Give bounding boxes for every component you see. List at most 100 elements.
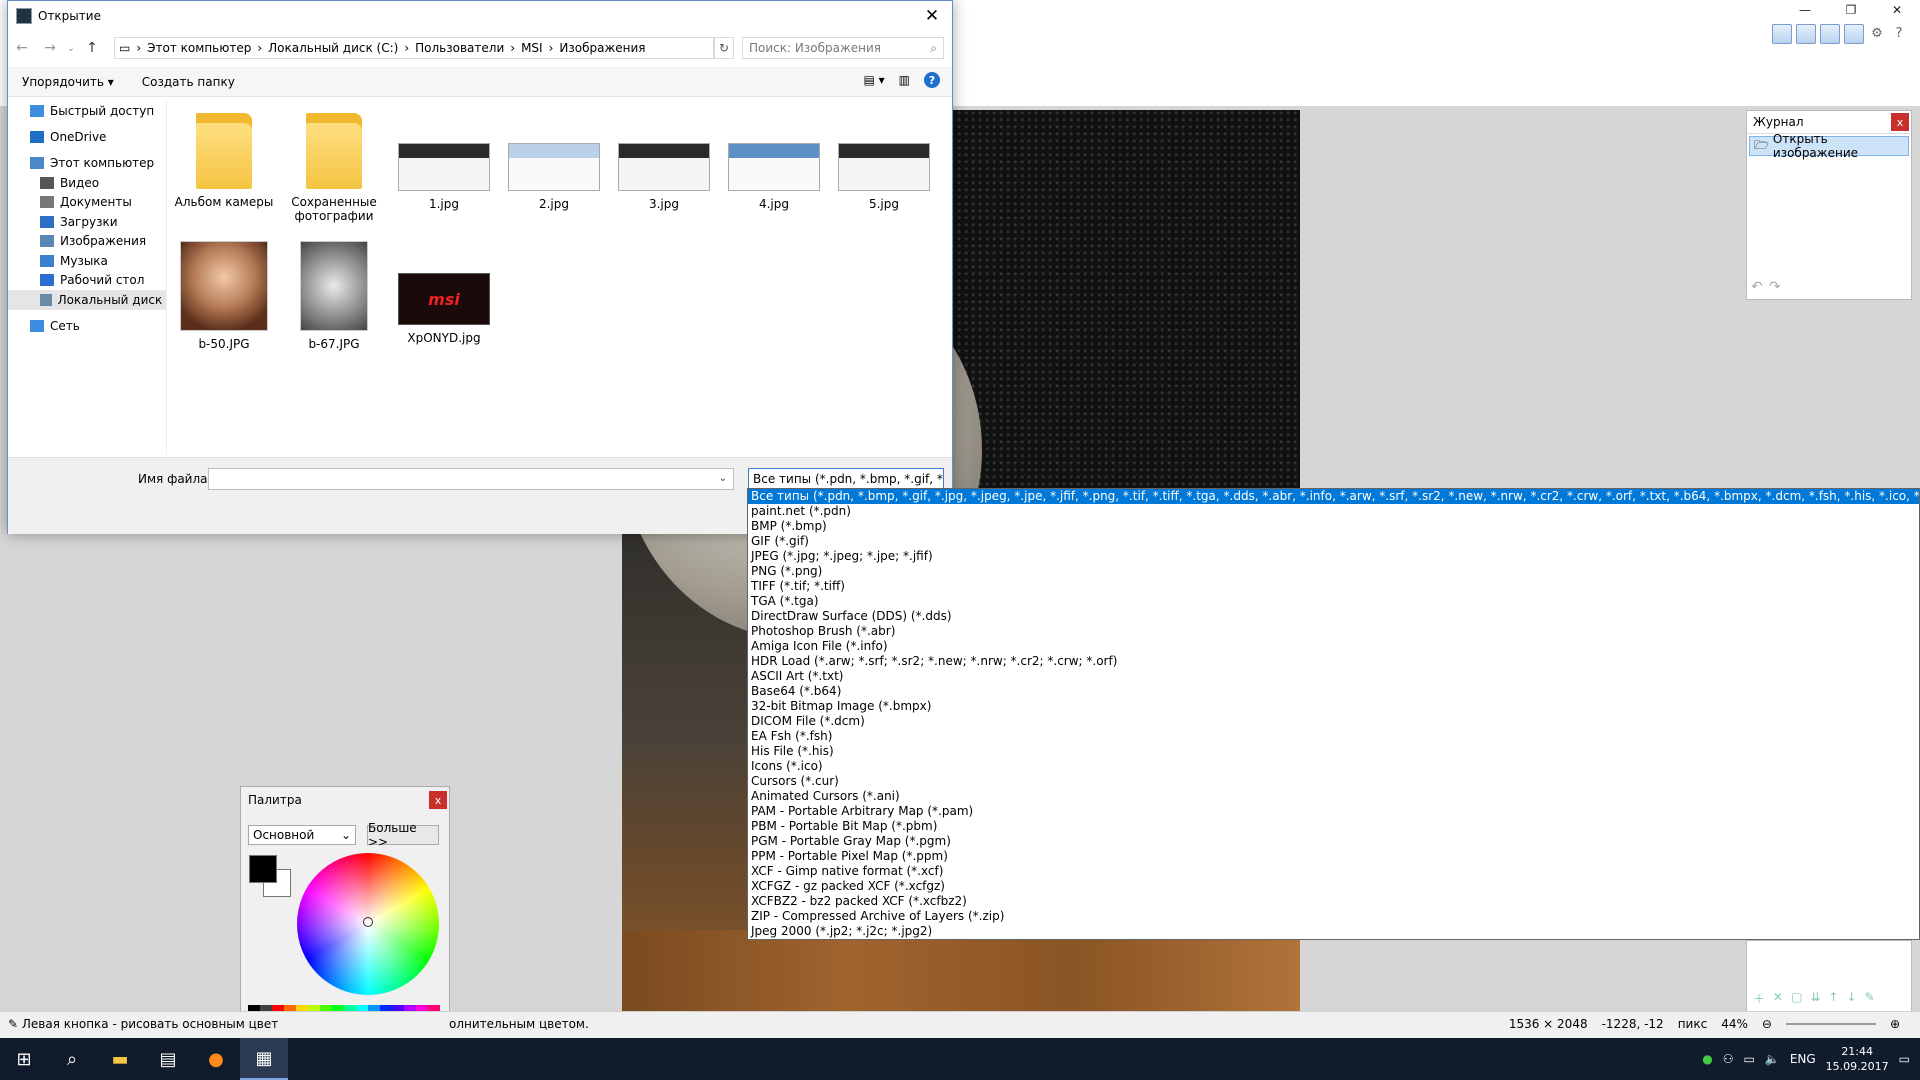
- search-icon[interactable]: ⌕: [48, 1038, 96, 1080]
- filetype-option[interactable]: His File (*.his): [748, 744, 1919, 759]
- file-item[interactable]: 2.jpg: [502, 109, 606, 211]
- app-icon[interactable]: ▤: [144, 1038, 192, 1080]
- breadcrumb-item[interactable]: Этот компьютер: [147, 41, 251, 55]
- tree-item[interactable]: Локальный диск (C:): [8, 290, 166, 310]
- file-item[interactable]: msi XpONYD.jpg: [392, 239, 496, 345]
- address-bar[interactable]: ▭ › Этот компьютер › Локальный диск (C:) › Пол…: [114, 37, 714, 59]
- preview-pane-icon[interactable]: ▥: [899, 73, 910, 87]
- tree-item[interactable]: Музыка: [8, 251, 166, 271]
- breadcrumb-separator-icon[interactable]: ›: [549, 41, 554, 55]
- colors-icon[interactable]: [1844, 24, 1864, 44]
- filetype-option[interactable]: 32-bit Bitmap Image (*.bmpx): [748, 699, 1919, 714]
- filetype-option[interactable]: HDR Load (*.arw; *.srf; *.sr2; *.new; *.…: [748, 654, 1919, 669]
- file-item[interactable]: Альбом камеры: [172, 109, 276, 209]
- history-icon[interactable]: [1796, 24, 1816, 44]
- back-icon[interactable]: ←: [8, 40, 36, 56]
- restore-icon[interactable]: ❐: [1828, 0, 1874, 20]
- filetype-option[interactable]: PBM - Portable Bit Map (*.pbm): [748, 819, 1919, 834]
- start-icon[interactable]: ⊞: [0, 1038, 48, 1080]
- tree-item[interactable]: Загрузки: [8, 212, 166, 232]
- zoom-level[interactable]: 44%: [1721, 1017, 1748, 1031]
- filetype-option[interactable]: Base64 (*.b64): [748, 684, 1919, 699]
- filetype-option[interactable]: XCFGZ - gz packed XCF (*.xcfgz): [748, 879, 1919, 894]
- up-icon[interactable]: ↑: [78, 40, 106, 56]
- zoom-in-icon[interactable]: ⊕: [1890, 1017, 1900, 1031]
- file-item[interactable]: 1.jpg: [392, 109, 496, 211]
- filetype-option[interactable]: Photoshop Brush (*.abr): [748, 624, 1919, 639]
- tools-icon[interactable]: [1772, 24, 1792, 44]
- breadcrumb-separator-icon[interactable]: ›: [404, 41, 409, 55]
- explorer-icon[interactable]: ▬: [96, 1038, 144, 1080]
- file-item[interactable]: 4.jpg: [722, 109, 826, 211]
- breadcrumb-item[interactable]: Пользователи: [415, 41, 504, 55]
- breadcrumb-item[interactable]: Локальный диск (C:): [268, 41, 398, 55]
- file-item[interactable]: Сохраненные фотографии: [282, 109, 386, 223]
- new-folder-button[interactable]: Создать папку: [128, 75, 249, 89]
- close-icon[interactable]: ✕: [1874, 0, 1920, 20]
- close-icon[interactable]: ✕: [912, 1, 952, 31]
- file-item[interactable]: 3.jpg: [612, 109, 716, 211]
- filetype-select[interactable]: Все типы (*.pdn, *.bmp, *.gif, * ⌄: [748, 468, 944, 490]
- layers-icon[interactable]: [1820, 24, 1840, 44]
- filetype-option[interactable]: Amiga Icon File (*.info): [748, 639, 1919, 654]
- clock[interactable]: 21:44 15.09.2017: [1826, 1044, 1889, 1074]
- units[interactable]: пикс: [1678, 1017, 1708, 1031]
- organize-button[interactable]: Упорядочить ▾: [8, 75, 128, 89]
- undo-icon[interactable]: ↶: [1751, 279, 1763, 295]
- filetype-option[interactable]: XCFBZ2 - bz2 packed XCF (*.xcfbz2): [748, 894, 1919, 909]
- tree-item[interactable]: OneDrive: [8, 127, 166, 147]
- tree-item[interactable]: Сеть: [8, 316, 166, 336]
- filetype-option[interactable]: Animated Cursors (*.ani): [748, 789, 1919, 804]
- merge-layer-icon[interactable]: ⇊: [1810, 990, 1820, 1007]
- network-icon[interactable]: ▭: [1744, 1052, 1755, 1066]
- tree-item[interactable]: Видео: [8, 173, 166, 193]
- tree-item[interactable]: Рабочий стол: [8, 270, 166, 290]
- filetype-option[interactable]: XCF - Gimp native format (*.xcf): [748, 864, 1919, 879]
- filetype-option[interactable]: DirectDraw Surface (DDS) (*.dds): [748, 609, 1919, 624]
- duplicate-layer-icon[interactable]: ▢: [1791, 990, 1802, 1007]
- search-input[interactable]: Поиск: Изображения ⌕: [742, 37, 944, 59]
- filetype-option[interactable]: Icons (*.ico): [748, 759, 1919, 774]
- primary-color[interactable]: [249, 855, 277, 883]
- add-layer-icon[interactable]: ＋: [1753, 990, 1765, 1007]
- firefox-icon[interactable]: ●: [192, 1038, 240, 1080]
- recent-chevron-icon[interactable]: ⌄: [64, 43, 78, 54]
- tree-item[interactable]: Документы: [8, 192, 166, 212]
- filetype-option[interactable]: TIFF (*.tif; *.tiff): [748, 579, 1919, 594]
- close-icon[interactable]: x: [429, 791, 447, 809]
- filename-input[interactable]: ⌄: [208, 468, 734, 490]
- notifications-icon[interactable]: ▭: [1899, 1052, 1910, 1066]
- refresh-icon[interactable]: ↻: [714, 37, 734, 59]
- filetype-option[interactable]: ZIP - Compressed Archive of Layers (*.zi…: [748, 909, 1919, 924]
- redo-icon[interactable]: ↷: [1769, 279, 1781, 295]
- tree-item[interactable]: Изображения: [8, 231, 166, 251]
- help-icon[interactable]: ?: [924, 72, 940, 88]
- file-item[interactable]: b-67.JPG: [282, 239, 386, 351]
- filetype-option[interactable]: PAM - Portable Arbitrary Map (*.pam): [748, 804, 1919, 819]
- breadcrumb-separator-icon[interactable]: ›: [136, 41, 141, 55]
- breadcrumb-item[interactable]: Изображения: [559, 41, 645, 55]
- filetype-option[interactable]: TGA (*.tga): [748, 594, 1919, 609]
- filetype-option[interactable]: PNG (*.png): [748, 564, 1919, 579]
- filetype-option[interactable]: Cursors (*.cur): [748, 774, 1919, 789]
- zoom-out-icon[interactable]: ⊖: [1762, 1017, 1772, 1031]
- more-button[interactable]: Больше >>: [367, 821, 439, 849]
- filetype-option[interactable]: BMP (*.bmp): [748, 519, 1919, 534]
- history-item[interactable]: 🗁 Открыть изображение: [1749, 132, 1909, 160]
- close-icon[interactable]: x: [1891, 113, 1909, 131]
- properties-icon[interactable]: ✎: [1865, 990, 1875, 1007]
- filetype-option[interactable]: PPM - Portable Pixel Map (*.ppm): [748, 849, 1919, 864]
- file-item[interactable]: b-50.JPG: [172, 239, 276, 351]
- breadcrumb-item[interactable]: MSI: [521, 41, 543, 55]
- move-up-icon[interactable]: ↑: [1828, 990, 1838, 1007]
- help-icon[interactable]: ?: [1890, 24, 1908, 42]
- language-indicator[interactable]: ENG: [1790, 1052, 1816, 1066]
- filetype-option[interactable]: JPEG (*.jpg; *.jpeg; *.jpe; *.jfif): [748, 549, 1919, 564]
- tree-item[interactable]: Быстрый доступ: [8, 101, 166, 121]
- filetype-option[interactable]: Все типы (*.pdn, *.bmp, *.gif, *.jpg, *.…: [748, 489, 1919, 504]
- filetype-option[interactable]: EA Fsh (*.fsh): [748, 729, 1919, 744]
- view-mode-icon[interactable]: ▤ ▾: [863, 73, 884, 87]
- filetype-option[interactable]: PGM - Portable Gray Map (*.pgm): [748, 834, 1919, 849]
- palette-mode-select[interactable]: Основной ⌄: [248, 825, 356, 845]
- filetype-option[interactable]: GIF (*.gif): [748, 534, 1919, 549]
